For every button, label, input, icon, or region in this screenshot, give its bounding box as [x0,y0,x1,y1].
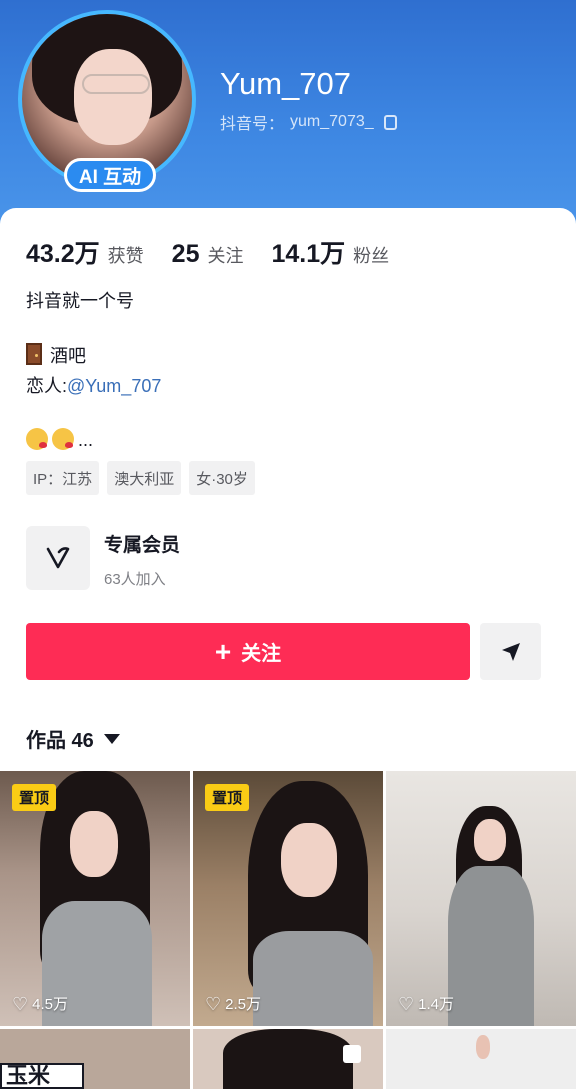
door-icon [26,343,42,365]
follow-button[interactable]: + 关注 [26,623,470,680]
heart-icon: ♡ [398,993,415,1014]
stat-likes-value: 43.2万 [26,240,100,268]
pinned-badge: 置顶 [12,784,57,811]
copy-icon[interactable] [383,114,397,130]
thumbnail-caption-text: 玉米 [0,1063,84,1089]
douyin-id-value: yum_7073_ [290,113,374,130]
send-arrow-icon [501,642,520,661]
works-tab-label: 作品 46 [26,730,94,752]
douyin-id: 抖音号： yum_7073_ [220,110,397,134]
heart-icon: ♡ [205,993,222,1014]
stat-following[interactable]: 25 关注 [172,240,244,269]
stat-followers-value: 14.1万 [271,240,346,268]
membership-icon[interactable] [26,526,90,590]
bio-line-2: 酒吧 [26,342,86,368]
pinned-badge: 置顶 [205,784,250,811]
partner-label: 恋人: [26,376,68,396]
video-likes-count: 4.5万 [32,996,68,1013]
tag-ip-location: IP：江苏 [26,461,100,495]
bio-bar-text: 酒吧 [50,346,86,366]
multi-image-icon [343,1045,361,1063]
kiss-emoji-icon [26,428,48,450]
bio-line-3: 恋人:@Yum_707 [26,372,161,398]
bio-line-4: ... [26,428,93,451]
username: Yum_707 [220,66,351,101]
video-likes-count: 1.4万 [418,996,454,1013]
partner-mention-link[interactable]: @Yum_707 [67,376,161,396]
profile-tags: IP：江苏 澳大利亚 女·30岁 [26,461,255,495]
video-thumbnail[interactable]: ♡ 1.4万 [386,771,576,1026]
video-thumbnail[interactable]: 置顶 ♡ 2.5万 [193,771,383,1026]
stat-following-value: 25 [171,240,200,268]
bio-line-1: 抖音就一个号 [26,291,134,311]
share-button[interactable] [480,623,541,680]
ai-interact-badge[interactable]: AI 互动 [64,158,156,192]
video-thumbnail[interactable] [386,1029,576,1089]
douyin-id-label: 抖音号： [220,116,285,133]
caret-down-icon [103,733,120,744]
heart-icon: ♡ [12,993,29,1014]
tag-region: 澳大利亚 [107,461,182,495]
kiss-emoji-icon [52,428,74,450]
stat-likes[interactable]: 43.2万 获赞 [26,234,144,270]
stat-likes-label: 获赞 [107,246,144,266]
stat-following-label: 关注 [207,246,244,266]
heart-outline-icon [46,547,70,569]
video-likes: ♡ 2.5万 [205,993,261,1014]
video-likes: ♡ 4.5万 [12,993,68,1014]
video-likes-count: 2.5万 [225,996,261,1013]
plus-icon: + [214,635,232,667]
video-thumbnail[interactable] [193,1029,383,1089]
stat-followers[interactable]: 14.1万 粉丝 [271,234,389,270]
bio-more[interactable]: ... [78,430,93,450]
membership-title[interactable]: 专属会员 [104,530,180,557]
stats-row: 43.2万 获赞 25 关注 14.1万 粉丝 [26,234,417,270]
follow-button-label: 关注 [241,643,282,665]
stat-followers-label: 粉丝 [353,246,390,266]
video-likes: ♡ 1.4万 [398,993,454,1014]
works-tab[interactable]: 作品 46 [26,724,120,753]
membership-subtitle: 63人加入 [104,571,166,588]
tag-gender-age: 女·30岁 [189,461,255,495]
video-thumbnail[interactable]: 置顶 ♡ 4.5万 [0,771,190,1026]
